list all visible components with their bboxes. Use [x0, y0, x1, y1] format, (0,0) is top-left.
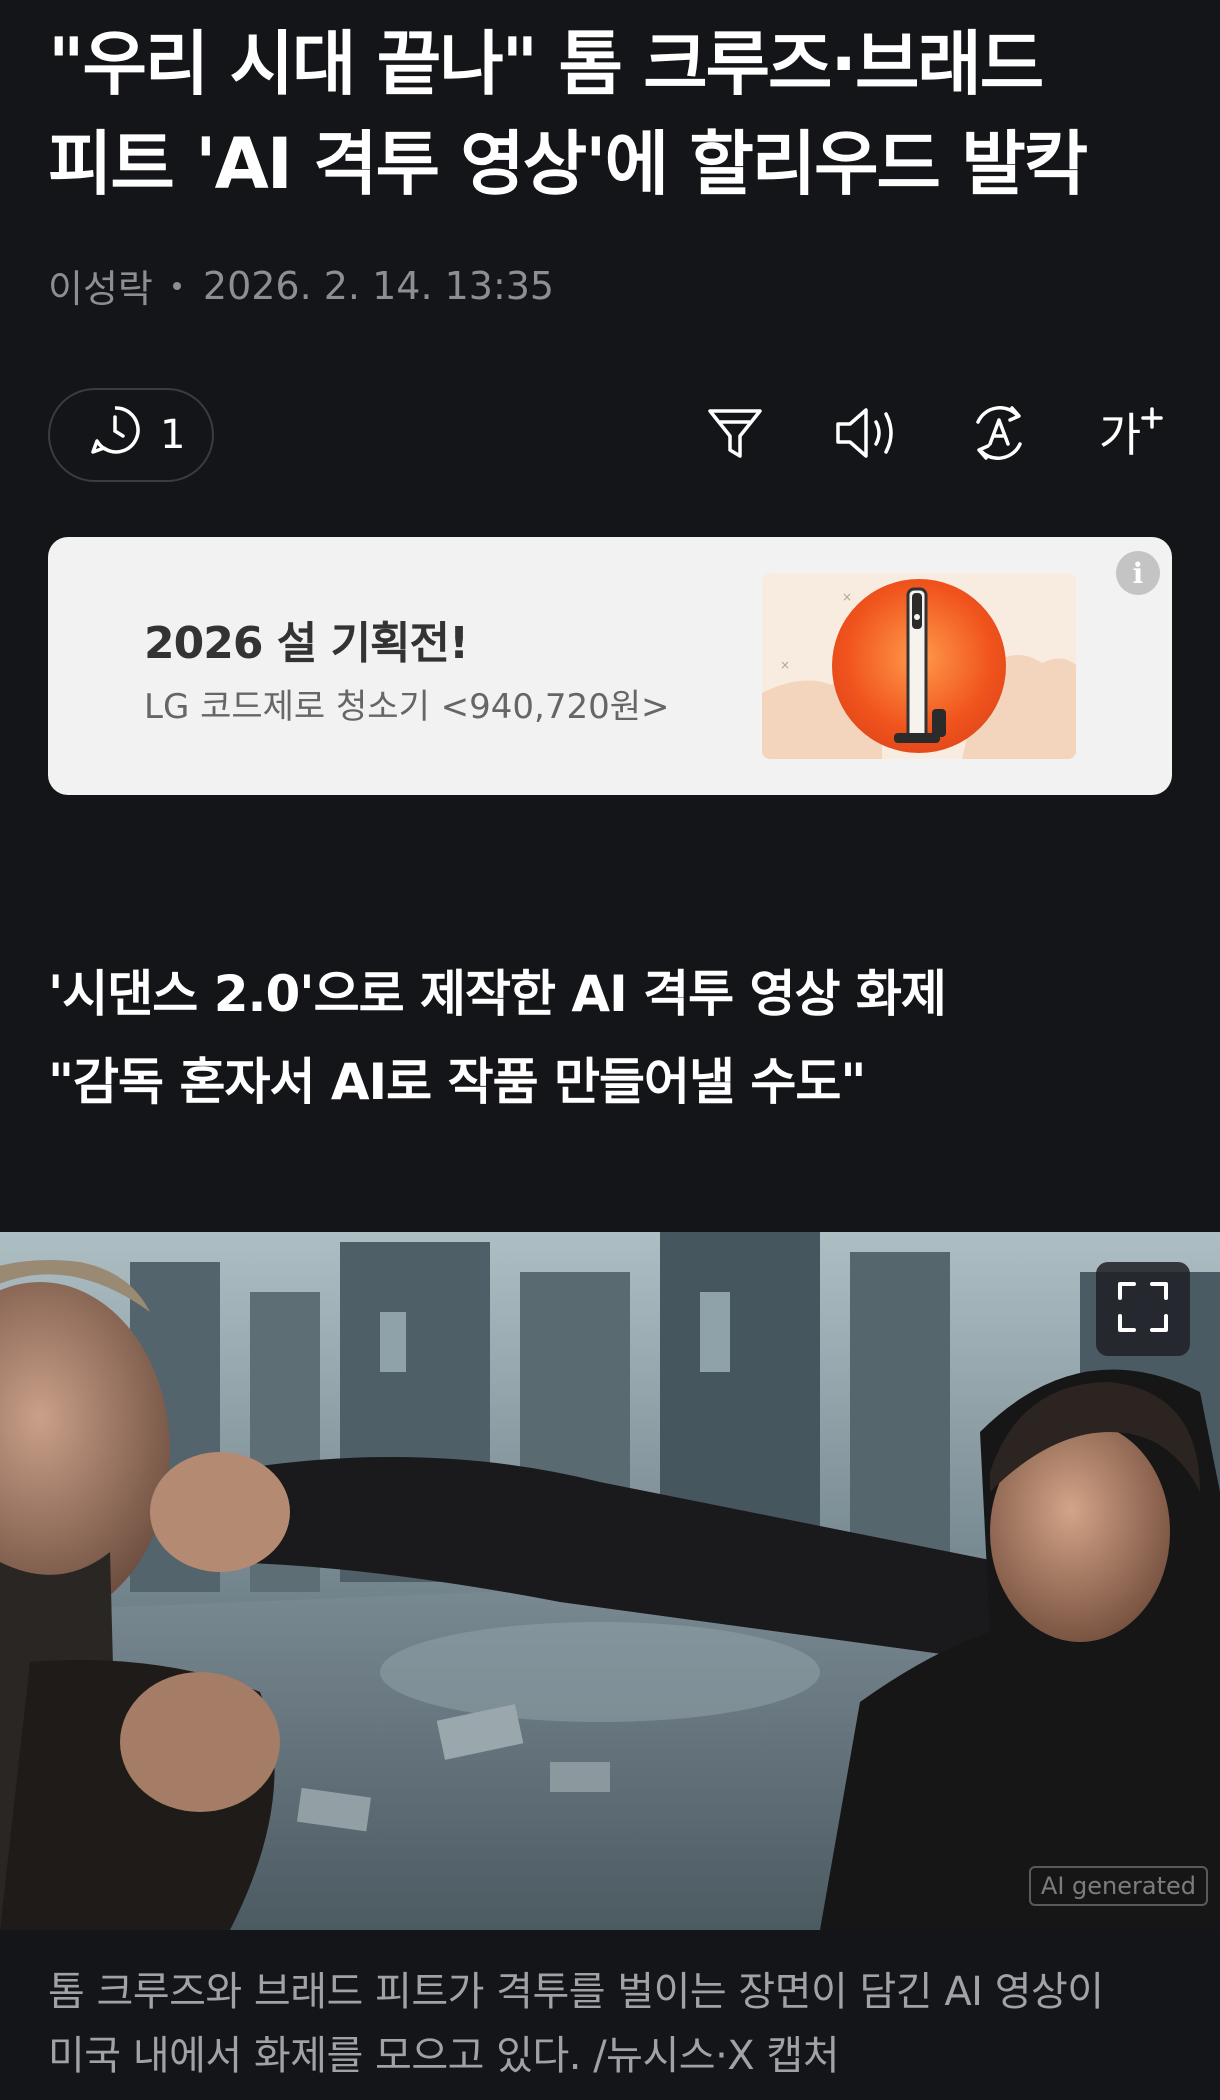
expand-button[interactable]: [1096, 1262, 1190, 1356]
translate-icon: [966, 400, 1032, 470]
photo-caption: 톰 크루즈와 브래드 피트가 격투를 벌이는 장면이 담긴 AI 영상이 미국 …: [48, 1960, 1188, 2088]
subhead-line-2: "감독 혼자서 AI로 작품 만들어낼 수도": [48, 1053, 866, 1111]
photo-scene: [0, 1232, 1220, 1930]
translate-button[interactable]: [958, 394, 1040, 476]
svg-text:×: ×: [842, 590, 852, 604]
ad-banner[interactable]: 2026 설 기획전! LG 코드제로 청소기 <940,720원> × × i: [48, 537, 1172, 795]
author-name[interactable]: 이성락: [48, 258, 153, 313]
caption-line-2: 미국 내에서 화제를 모으고 있다. /뉴시스·X 캡처: [48, 2033, 840, 2079]
subhead-line-1: '시댄스 2.0'으로 제작한 AI 격투 영상 화제: [48, 965, 947, 1023]
article-toolbar: 가: [694, 394, 1172, 476]
article-photo[interactable]: AI generated: [0, 1232, 1220, 1930]
ai-generated-tag: AI generated: [1028, 1866, 1208, 1906]
headline-line-2: 피트 'AI 격투 영상'에 할리우드 발칵: [48, 123, 1088, 205]
summary-button[interactable]: [694, 394, 776, 476]
font-size-button[interactable]: 가: [1090, 394, 1172, 476]
article-headline: "우리 시대 끝나" 톰 크루즈·브래드 피트 'AI 격투 영상'에 할리우드…: [48, 14, 1188, 214]
headline-line-1: "우리 시대 끝나" 톰 크루즈·브래드: [48, 23, 1044, 105]
ad-subtitle: LG 코드제로 청소기 <940,720원>: [144, 687, 670, 727]
comment-button[interactable]: 1: [48, 388, 214, 482]
listen-button[interactable]: [826, 394, 908, 476]
summary-filter-icon: [704, 402, 766, 468]
separator-dot: [172, 281, 181, 290]
svg-text:×: ×: [780, 658, 790, 672]
byline: 이성락 2026. 2. 14. 13:35: [48, 258, 554, 313]
comment-icon: [88, 403, 142, 467]
article-subheadline: '시댄스 2.0'으로 제작한 AI 격투 영상 화제 "감독 혼자서 AI로 …: [48, 950, 947, 1126]
ad-info-icon[interactable]: i: [1116, 551, 1160, 595]
font-size-icon: 가: [1099, 405, 1163, 465]
ad-title: 2026 설 기획전!: [144, 618, 469, 669]
fullscreen-icon: [1116, 1280, 1170, 1338]
caption-line-1: 톰 크루즈와 브래드 피트가 격투를 벌이는 장면이 담긴 AI 영상이: [48, 1969, 1104, 2015]
speaker-icon: [832, 402, 902, 468]
ad-product-image: × ×: [762, 573, 1076, 759]
comment-count: 1: [160, 412, 186, 458]
publish-timestamp: 2026. 2. 14. 13:35: [202, 263, 555, 308]
